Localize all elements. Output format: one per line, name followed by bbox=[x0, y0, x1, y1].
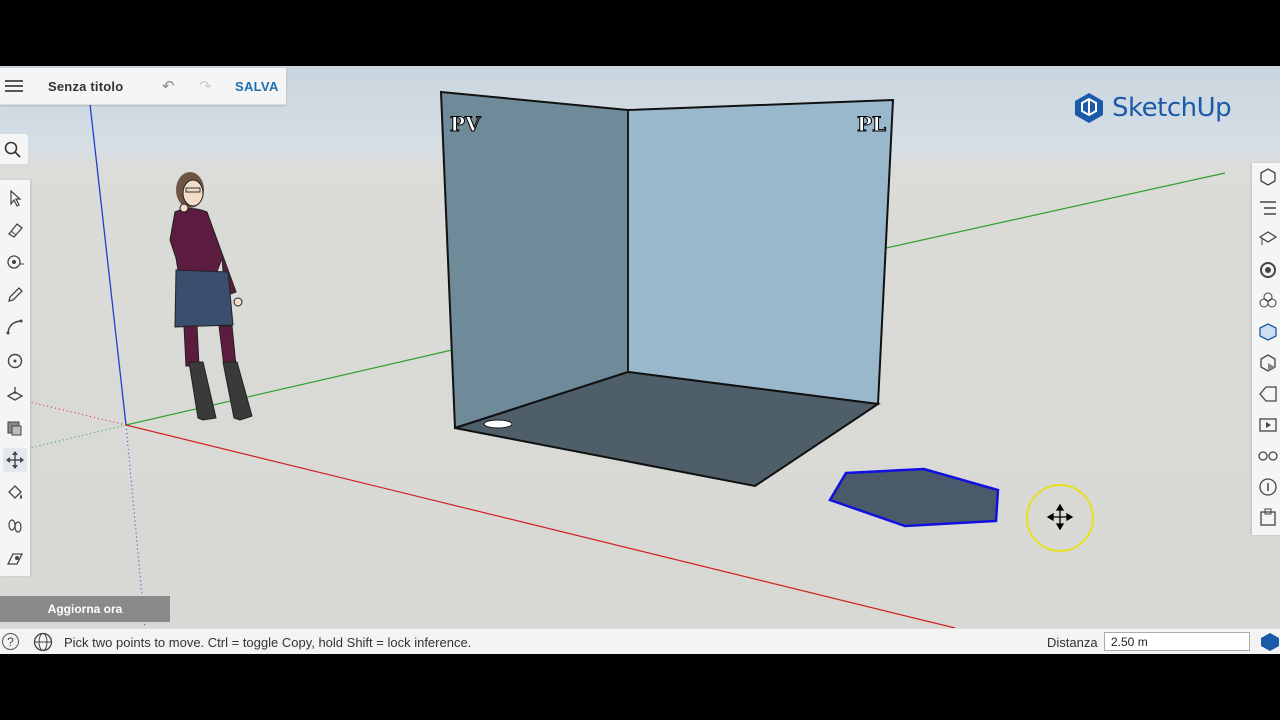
shadows-button[interactable] bbox=[1256, 351, 1280, 375]
entity-info-button[interactable] bbox=[1256, 165, 1280, 189]
offset-tool[interactable] bbox=[3, 415, 27, 439]
document-title[interactable]: Senza titolo bbox=[48, 79, 123, 94]
info-button[interactable] bbox=[1256, 475, 1280, 499]
move-tool[interactable] bbox=[3, 448, 27, 472]
arrow-cursor-icon bbox=[10, 189, 22, 207]
status-bar: ? Pick two points to move. Ctrl = toggle… bbox=[0, 628, 1280, 655]
red-axis bbox=[125, 424, 956, 628]
drawing-viewport[interactable]: PV PL bbox=[0, 66, 1280, 628]
section-tool[interactable] bbox=[3, 547, 27, 571]
letterbox-top bbox=[0, 0, 1280, 66]
selected-hexagon-face[interactable] bbox=[828, 467, 1000, 528]
green-axis bbox=[125, 349, 453, 426]
measurement-label: Distanza bbox=[1047, 635, 1098, 650]
select-tool[interactable] bbox=[3, 186, 27, 210]
tags-icon bbox=[1259, 386, 1277, 402]
outliner-button[interactable] bbox=[1256, 196, 1280, 220]
display-icon bbox=[1259, 418, 1277, 432]
green-axis-negative bbox=[29, 424, 127, 449]
undo-icon[interactable]: ↶ bbox=[162, 77, 175, 95]
face-label-pl: PL bbox=[857, 112, 886, 136]
tape-tool[interactable] bbox=[3, 250, 27, 274]
right-panel-toolbar bbox=[1252, 163, 1280, 535]
solid-tools-icon bbox=[1260, 508, 1276, 526]
glasses-icon bbox=[1258, 451, 1278, 461]
push-pull-icon bbox=[6, 387, 24, 401]
arc-tool[interactable] bbox=[3, 315, 27, 339]
help-icon[interactable]: ? bbox=[2, 633, 19, 650]
paint-tool[interactable] bbox=[3, 481, 27, 505]
components-icon bbox=[1258, 231, 1278, 245]
shape-tool[interactable] bbox=[3, 349, 27, 373]
left-toolbar bbox=[0, 180, 30, 576]
materials-button[interactable] bbox=[1256, 258, 1280, 282]
measurement-input[interactable] bbox=[1104, 632, 1250, 651]
model-scene[interactable]: PV PL bbox=[0, 66, 1280, 628]
document-header: Senza titolo ↶ ↷ SALVA bbox=[0, 68, 286, 105]
scenes-button[interactable] bbox=[1256, 320, 1280, 344]
redo-icon[interactable]: ↷ bbox=[199, 77, 212, 95]
search-button[interactable] bbox=[0, 134, 28, 164]
outliner-icon bbox=[1260, 201, 1276, 215]
paint-bucket-icon bbox=[8, 485, 22, 499]
pushpull-tool[interactable] bbox=[3, 382, 27, 406]
materials-icon bbox=[1260, 262, 1276, 278]
green-axis-far bbox=[885, 172, 1226, 249]
styles-button[interactable] bbox=[1256, 289, 1280, 313]
styles-icon bbox=[1259, 292, 1277, 308]
shadows-icon bbox=[1260, 354, 1276, 372]
status-hint: Pick two points to move. Ctrl = toggle C… bbox=[64, 635, 472, 650]
section-plane-icon bbox=[6, 553, 24, 565]
info-icon bbox=[1259, 478, 1277, 496]
glasses-button[interactable] bbox=[1256, 444, 1280, 468]
scale-figure[interactable] bbox=[169, 172, 253, 421]
move-icon bbox=[6, 451, 24, 469]
sketchup-logo-icon bbox=[1075, 93, 1103, 123]
arc-icon bbox=[6, 319, 23, 335]
sketchup-small-icon bbox=[1261, 633, 1279, 651]
globe-icon[interactable] bbox=[33, 632, 53, 652]
pencil-tool[interactable] bbox=[3, 283, 27, 307]
tags-button[interactable] bbox=[1256, 382, 1280, 406]
sketchup-logo: SketchUp bbox=[1072, 90, 1232, 126]
pencil-icon bbox=[8, 287, 23, 302]
hamburger-icon[interactable] bbox=[5, 77, 23, 95]
move-cursor-icon bbox=[1046, 503, 1074, 531]
save-button[interactable]: SALVA bbox=[235, 79, 279, 94]
red-axis-negative bbox=[29, 401, 127, 426]
offset-icon bbox=[7, 421, 22, 436]
blue-axis bbox=[89, 103, 127, 426]
right-wall-face[interactable] bbox=[627, 98, 895, 406]
solid-tools-button[interactable] bbox=[1256, 506, 1280, 530]
footprints-icon bbox=[8, 519, 22, 533]
walk-tool[interactable] bbox=[3, 514, 27, 538]
tape-measure-icon bbox=[7, 255, 24, 269]
display-button[interactable] bbox=[1256, 413, 1280, 437]
components-button[interactable] bbox=[1256, 227, 1280, 251]
search-icon bbox=[4, 141, 21, 158]
eraser-icon bbox=[8, 223, 23, 238]
face-label-pv: PV bbox=[450, 112, 481, 136]
eraser-tool[interactable] bbox=[3, 218, 27, 242]
sketchup-logo-text: SketchUp bbox=[1112, 93, 1232, 123]
letterbox-bottom bbox=[0, 654, 1280, 720]
circle-shape-icon bbox=[7, 353, 23, 369]
entity-info-icon bbox=[1260, 168, 1276, 186]
update-now-button[interactable]: Aggiorna ora bbox=[0, 596, 170, 622]
floor-marker bbox=[483, 419, 513, 429]
left-wall-face[interactable] bbox=[439, 90, 629, 430]
scenes-icon bbox=[1259, 323, 1277, 341]
